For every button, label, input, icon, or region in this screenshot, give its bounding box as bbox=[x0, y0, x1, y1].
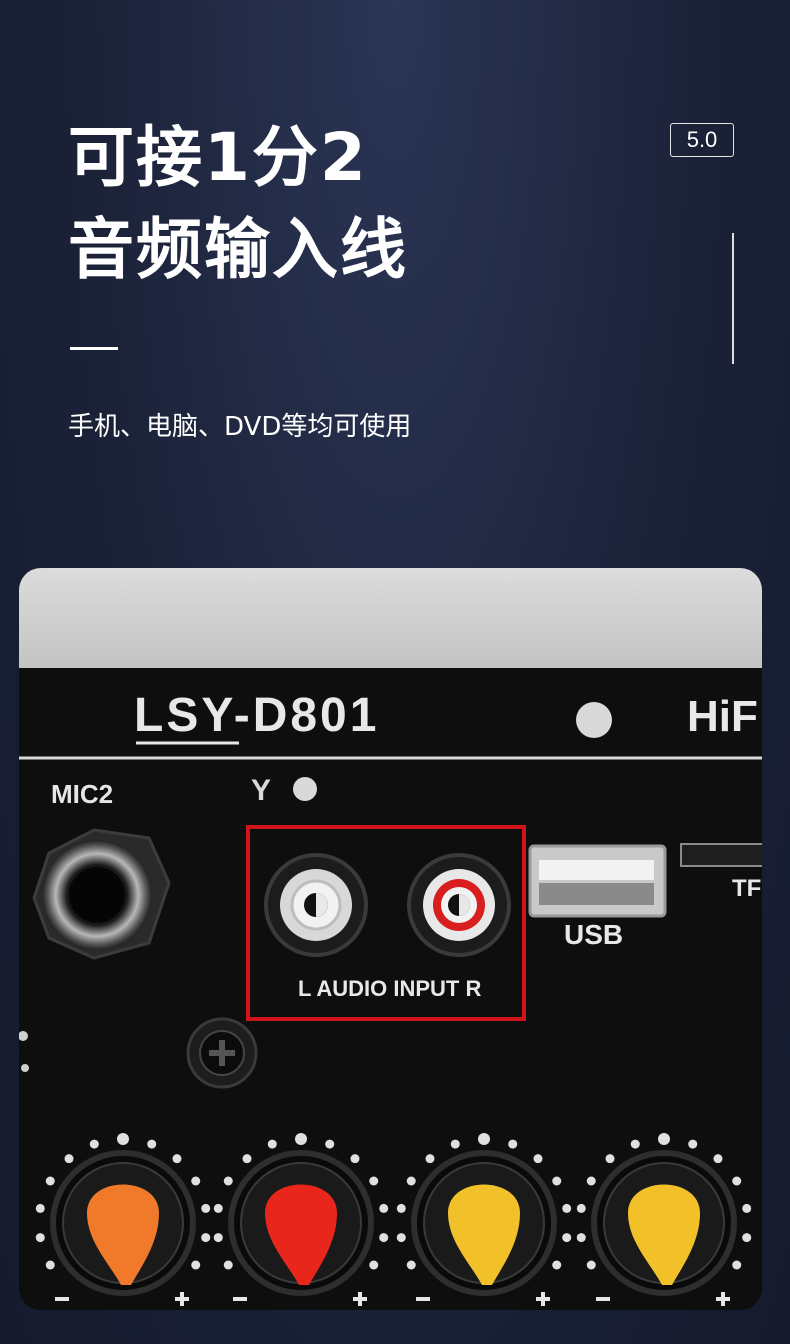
knob-scale-dot bbox=[586, 1260, 596, 1270]
usb-port bbox=[528, 844, 667, 918]
antenna-led bbox=[293, 777, 317, 801]
knob-scale-dot bbox=[191, 1260, 201, 1270]
knob-scale-dot bbox=[213, 1203, 223, 1213]
usb-port-tongue bbox=[539, 860, 654, 880]
plus-mark-vertical bbox=[358, 1292, 362, 1306]
knob-scale-dot bbox=[406, 1176, 416, 1186]
knob-scale-dot bbox=[450, 1139, 460, 1149]
model-label: LSY-D801 bbox=[134, 689, 379, 742]
knob-scale-dot bbox=[223, 1260, 233, 1270]
minus-mark bbox=[416, 1297, 430, 1301]
knob-scale-dot bbox=[552, 1260, 562, 1270]
knob-scale-dot bbox=[213, 1233, 223, 1243]
knob-scale-dot bbox=[379, 1203, 389, 1213]
vertical-divider bbox=[732, 233, 734, 364]
product-photo: LSY-D801 HiF MIC2 Y L AUDIO INPUT R USB … bbox=[19, 568, 762, 1310]
knob-scale-dot bbox=[732, 1260, 742, 1270]
usb-label: USB bbox=[564, 919, 623, 950]
knob-scale-dot bbox=[586, 1176, 596, 1186]
tf-card-slot bbox=[680, 843, 762, 867]
metal-top-band bbox=[19, 568, 762, 668]
minus-mark bbox=[233, 1297, 247, 1301]
minus-mark bbox=[55, 1297, 69, 1301]
knob-scale-dot bbox=[117, 1133, 129, 1145]
knob-scale-dot bbox=[369, 1260, 379, 1270]
knob-scale-dot bbox=[350, 1154, 360, 1164]
knob-scale-dot bbox=[396, 1233, 406, 1243]
knob-scale-dot bbox=[325, 1139, 335, 1149]
brand-partial-label: HiF bbox=[687, 692, 758, 741]
knob-scale-dot bbox=[201, 1233, 211, 1243]
knob-scale-dot bbox=[630, 1139, 640, 1149]
antenna-icon: Y bbox=[251, 774, 271, 807]
rca-left-jack bbox=[264, 853, 368, 957]
knob-scale-dot bbox=[201, 1203, 211, 1213]
knob-scale-dot bbox=[658, 1133, 670, 1145]
knob-scale-dot bbox=[562, 1233, 572, 1243]
minus-mark bbox=[596, 1297, 610, 1301]
plus-mark-vertical bbox=[180, 1292, 184, 1306]
panel-screw bbox=[186, 1017, 258, 1089]
edge-dot bbox=[21, 1064, 29, 1072]
plus-mark-vertical bbox=[541, 1292, 545, 1306]
rca-right-jack bbox=[407, 853, 511, 957]
knob-scale-dot bbox=[396, 1203, 406, 1213]
title-divider bbox=[70, 347, 118, 350]
knob-scale-dot bbox=[576, 1233, 586, 1243]
headline-line-2: 音频输入线 bbox=[68, 211, 408, 288]
knob-scale-dot bbox=[508, 1139, 518, 1149]
headline: 可接1分2 音频输入线 bbox=[68, 112, 408, 296]
version-badge: 5.0 bbox=[670, 123, 734, 157]
knob-scale-dot bbox=[369, 1176, 379, 1186]
knob-scale-dot bbox=[45, 1260, 55, 1270]
knob-scale-dot bbox=[147, 1139, 157, 1149]
knob-scale-dot bbox=[605, 1154, 615, 1164]
knob-scale-dot bbox=[742, 1233, 752, 1243]
knob-scale-dot bbox=[45, 1176, 55, 1186]
knob-scale-dot bbox=[191, 1176, 201, 1186]
knob-scale-dot bbox=[576, 1203, 586, 1213]
knob-scale-dot bbox=[223, 1176, 233, 1186]
knob-scale-dot bbox=[562, 1203, 572, 1213]
knob-scale-dot bbox=[242, 1154, 252, 1164]
knob-scale-dot bbox=[713, 1154, 723, 1164]
audio-input-label: L AUDIO INPUT R bbox=[298, 976, 481, 1001]
knob-scale-dot bbox=[64, 1154, 74, 1164]
knob-scale-dot bbox=[742, 1203, 752, 1213]
usb-port-cavity bbox=[539, 883, 654, 905]
knob-scale-dot bbox=[35, 1203, 45, 1213]
knob-scale-dot bbox=[732, 1176, 742, 1186]
mic-jack-hole bbox=[69, 867, 125, 923]
plus-mark-vertical bbox=[721, 1292, 725, 1306]
knob-scale-dot bbox=[35, 1233, 45, 1243]
tf-label: TF bbox=[732, 875, 761, 902]
knob-scale-dot bbox=[688, 1139, 698, 1149]
knob-scale-dot bbox=[406, 1260, 416, 1270]
knob-scale-dot bbox=[295, 1133, 307, 1145]
power-indicator bbox=[576, 702, 612, 738]
subtitle: 手机、电脑、DVD等均可使用 bbox=[68, 412, 412, 442]
knob-scale-dot bbox=[478, 1133, 490, 1145]
knob-scale-dot bbox=[267, 1139, 277, 1149]
mic2-label: MIC2 bbox=[51, 779, 113, 809]
knob-scale-dot bbox=[533, 1154, 543, 1164]
knob-scale-dot bbox=[552, 1176, 562, 1186]
knob-scale-dot bbox=[425, 1154, 435, 1164]
knob-scale-dot bbox=[379, 1233, 389, 1243]
knob-scale-dot bbox=[172, 1154, 182, 1164]
knob-scale-dot bbox=[89, 1139, 99, 1149]
headline-line-1: 可接1分2 bbox=[68, 119, 368, 196]
